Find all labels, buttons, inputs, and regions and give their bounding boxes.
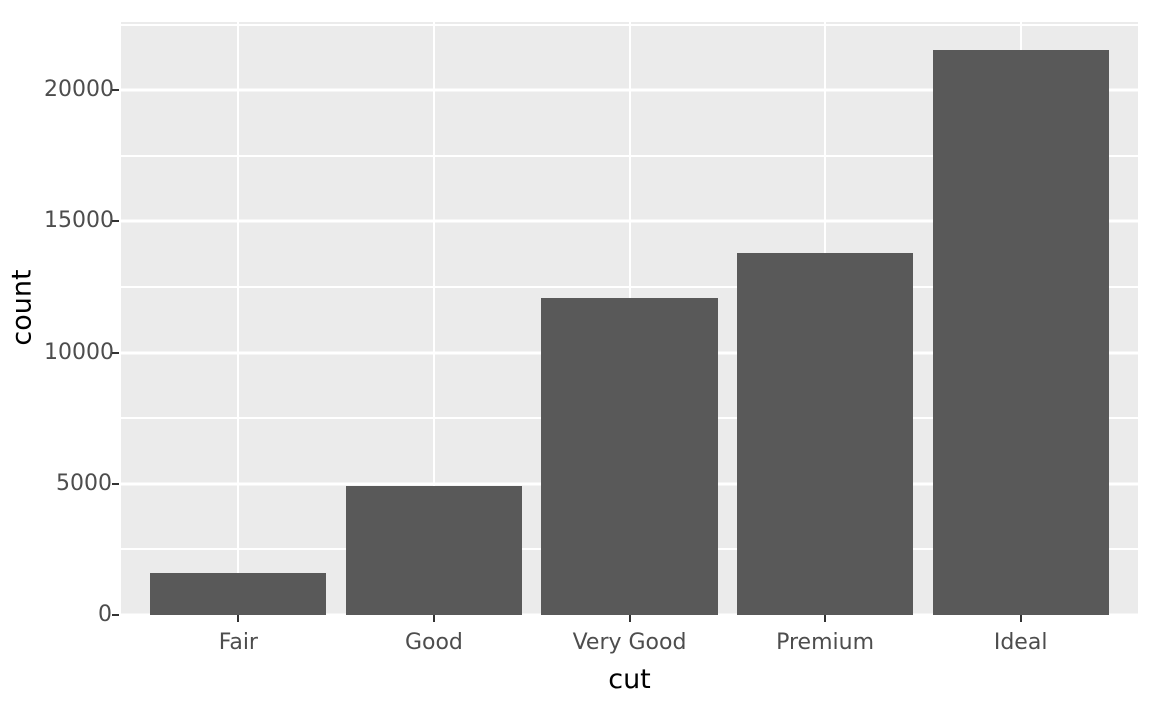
y-axis-tick-label: 0 — [98, 602, 112, 627]
y-axis-tick-label: 10000 — [44, 339, 114, 365]
bar-very-good[interactable] — [541, 297, 718, 615]
x-axis-tick-mark — [628, 615, 631, 622]
bar-fair[interactable] — [150, 572, 327, 615]
bar-chart: count 0 5000 10000 15000 20000 Fair Good Very … — [0, 0, 1152, 711]
y-axis-tick-label: 5000 — [56, 470, 112, 496]
y-axis-title: count — [0, 0, 44, 615]
x-axis-tick-mark — [432, 615, 435, 622]
x-axis-tick-label: Good — [404, 630, 463, 655]
plot-panel — [121, 22, 1138, 615]
y-axis-ticks: 0 5000 10000 15000 20000 — [44, 0, 114, 626]
x-axis-tick-label: Premium — [776, 630, 875, 655]
y-axis-tick-mark — [112, 89, 119, 92]
y-axis-tick-mark — [112, 614, 119, 616]
x-axis-tick-label: Very Good — [572, 630, 687, 655]
x-axis-tick-mark — [237, 615, 240, 622]
x-axis-title: cut — [121, 666, 1138, 693]
y-axis-tick-mark — [112, 351, 119, 354]
x-axis-title-text: cut — [608, 664, 651, 695]
bar-good[interactable] — [345, 486, 522, 615]
y-axis-tick-mark — [112, 482, 119, 485]
y-axis-tick-label: 20000 — [44, 77, 114, 103]
x-axis-tick-label: Fair — [218, 630, 258, 655]
x-axis-tick-mark — [1019, 615, 1022, 622]
y-axis-title-text: count — [6, 269, 38, 346]
x-axis-tick-label: Ideal — [993, 630, 1048, 655]
x-axis-tick-mark — [824, 615, 827, 622]
y-axis-tick-label: 15000 — [44, 208, 114, 234]
bar-ideal[interactable] — [932, 49, 1109, 615]
gridline-minor-vertical — [237, 22, 240, 615]
bar-premium[interactable] — [737, 253, 914, 615]
y-axis-tick-mark — [112, 220, 119, 223]
